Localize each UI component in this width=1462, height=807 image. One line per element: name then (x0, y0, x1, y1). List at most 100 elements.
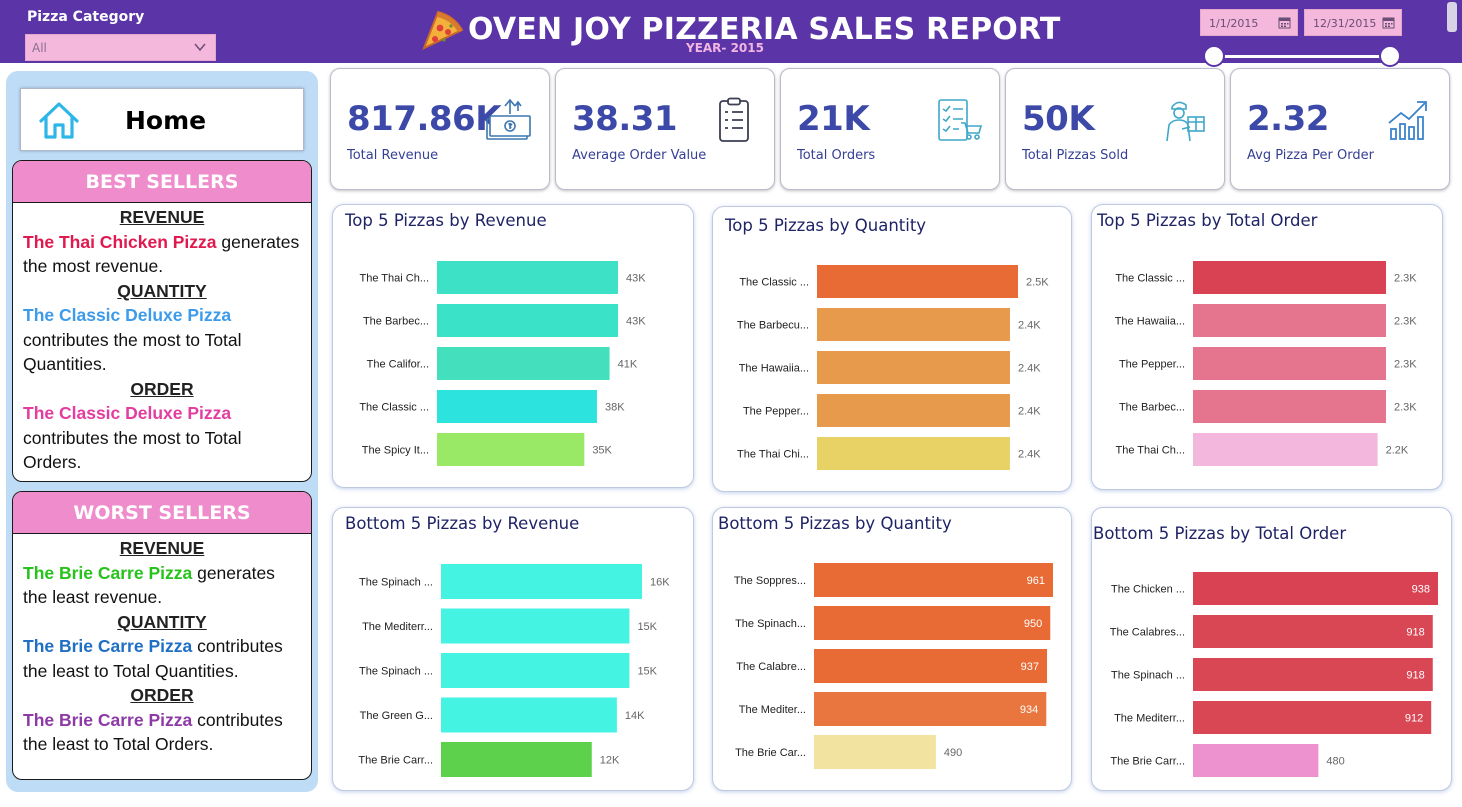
bar-row[interactable]: The Hawaiia... 2.4K (739, 351, 1042, 384)
best-revenue-heading: REVENUE (119, 207, 205, 227)
kpi-label: Total Revenue (347, 148, 439, 163)
bar[interactable] (817, 308, 1010, 341)
category-label: The Brie Car... (735, 747, 806, 759)
kpi-label: Average Order Value (572, 148, 707, 163)
category-label: The Califor... (367, 359, 429, 371)
money-icon (486, 98, 531, 140)
date-range-slider-track[interactable] (1214, 55, 1390, 58)
category-label: The Classic ... (739, 277, 809, 289)
bar-row[interactable]: The Chicken ... 938 (1111, 572, 1438, 605)
category-label: The Thai Chi... (737, 449, 809, 461)
bar-row[interactable]: The Thai Chi... 2.4K (737, 437, 1041, 470)
kpi-value: 50K (1022, 99, 1095, 139)
bar-row[interactable]: The Hawaiia... 2.3K (1115, 304, 1418, 337)
bar[interactable] (1193, 658, 1433, 691)
bar-row[interactable]: The Brie Carr... 12K (358, 742, 620, 777)
bar[interactable] (437, 347, 610, 380)
bar[interactable] (1193, 390, 1386, 423)
bar-row[interactable]: The Mediterr... 912 (1114, 701, 1432, 734)
bar[interactable] (441, 697, 617, 733)
data-label: 15K (637, 666, 657, 678)
bar[interactable] (437, 433, 585, 466)
bar[interactable] (817, 394, 1010, 427)
data-label: 934 (1020, 704, 1038, 716)
bar[interactable] (441, 564, 642, 599)
bar-row[interactable]: The Brie Car... 490 (735, 735, 962, 769)
best-order-heading: ORDER (130, 378, 194, 399)
bar[interactable] (817, 265, 1018, 298)
category-dropdown[interactable]: All (25, 34, 216, 61)
bar-row[interactable]: The Spicy It... 35K (362, 433, 613, 466)
bar-chart-plot: The Soppres... 961 The Spinach... 950 The Ca… (734, 563, 1053, 769)
category-label: The Spicy It... (362, 445, 429, 457)
bar-row[interactable]: The Spinach ... 15K (359, 653, 658, 688)
bar[interactable] (814, 692, 1047, 726)
date-slider-end-handle[interactable] (1379, 45, 1401, 67)
bar-row[interactable]: The Calabre... 937 (736, 649, 1048, 683)
bar-chart-plot: The Spinach ... 16K The Mediterr... 15K The … (358, 564, 670, 777)
bar[interactable] (441, 742, 592, 777)
bar-chart-plot: The Classic ... 2.3KThe Hawaiia... 2.3KThe… (1115, 261, 1418, 466)
bar[interactable] (1193, 433, 1378, 466)
bar[interactable] (814, 563, 1053, 597)
category-label: The Barbec... (363, 316, 429, 328)
worst-revenue-pizza: The Brie Carre Pizza (23, 562, 193, 583)
bar-row[interactable]: The Brie Carr... 480 (1110, 744, 1345, 777)
data-label: 2.4K (1018, 406, 1041, 418)
date-slider-start-handle[interactable] (1203, 45, 1225, 67)
bar-row[interactable]: The Spinach ... 16K (359, 564, 670, 599)
bar[interactable] (817, 437, 1010, 470)
worst-sellers-title: WORST SELLERS (13, 492, 311, 534)
report-title: OVEN JOY PIZZERIA SALES REPORT (468, 12, 1061, 47)
start-date-input[interactable]: 1/1/2015 (1200, 9, 1298, 36)
bar[interactable] (1193, 261, 1386, 294)
bar-row[interactable]: The Thai Ch... 2.2K (1116, 433, 1409, 466)
bar-row[interactable]: The Green G... 14K (360, 697, 645, 733)
bar-row[interactable]: The Classic ... 2.5K (739, 265, 1049, 298)
bar-row[interactable]: The Classic ... 38K (359, 390, 625, 423)
bar[interactable] (437, 304, 618, 337)
bar-row[interactable]: The Calabres... 918 (1110, 615, 1433, 648)
home-button[interactable]: Home (20, 88, 304, 151)
category-label: The Classic ... (1115, 273, 1185, 285)
bar[interactable] (814, 735, 936, 769)
bar-row[interactable]: The Califor... 41K (367, 347, 638, 380)
category-label: The Spinach ... (1111, 670, 1185, 682)
bar[interactable] (817, 351, 1010, 384)
scrollbar[interactable] (1447, 2, 1457, 32)
bar[interactable] (1193, 744, 1319, 777)
bar-row[interactable]: The Thai Ch... 43K (360, 261, 647, 294)
bar-row[interactable]: The Mediterr... 15K (362, 608, 658, 644)
bar[interactable] (1193, 304, 1386, 337)
bar-row[interactable]: The Barbec... 2.3K (1119, 390, 1417, 423)
bar[interactable] (441, 653, 630, 688)
bar[interactable] (1193, 572, 1438, 605)
bar[interactable] (814, 649, 1048, 683)
data-label: 35K (592, 445, 612, 457)
chart-bottom5-orders: Bottom 5 Pizzas by Total Order The Chick… (1091, 507, 1452, 791)
bar[interactable] (1193, 615, 1433, 648)
category-label: The Calabre... (736, 661, 806, 673)
bar-row[interactable]: The Spinach ... 918 (1111, 658, 1433, 691)
bar[interactable] (437, 261, 618, 294)
bar-row[interactable]: The Spinach... 950 (735, 606, 1051, 640)
category-label: The Hawaiia... (1115, 316, 1185, 328)
bar[interactable] (441, 608, 630, 644)
bar[interactable] (814, 606, 1051, 640)
end-date-input[interactable]: 12/31/2015 (1304, 9, 1402, 36)
bar-row[interactable]: The Soppres... 961 (734, 563, 1053, 597)
bar-row[interactable]: The Mediter... 934 (739, 692, 1047, 726)
header-bar: Pizza Category All OVEN JOY PIZZERIA SAL… (0, 0, 1462, 63)
worst-order-heading: ORDER (130, 685, 194, 705)
kpi-label: Avg Pizza Per Order (1247, 148, 1374, 163)
best-order-text: The Classic Deluxe Pizza contributes the… (23, 403, 242, 472)
bar-row[interactable]: The Barbec... 43K (363, 304, 646, 337)
bar-row[interactable]: The Pepper... 2.3K (1119, 347, 1417, 380)
bar[interactable] (1193, 701, 1432, 734)
bar[interactable] (1193, 347, 1386, 380)
bar[interactable] (437, 390, 597, 423)
bar-row[interactable]: The Barbecu... 2.4K (737, 308, 1041, 341)
bar-row[interactable]: The Pepper... 2.4K (743, 394, 1041, 427)
data-label: 918 (1406, 670, 1424, 682)
bar-row[interactable]: The Classic ... 2.3K (1115, 261, 1417, 294)
